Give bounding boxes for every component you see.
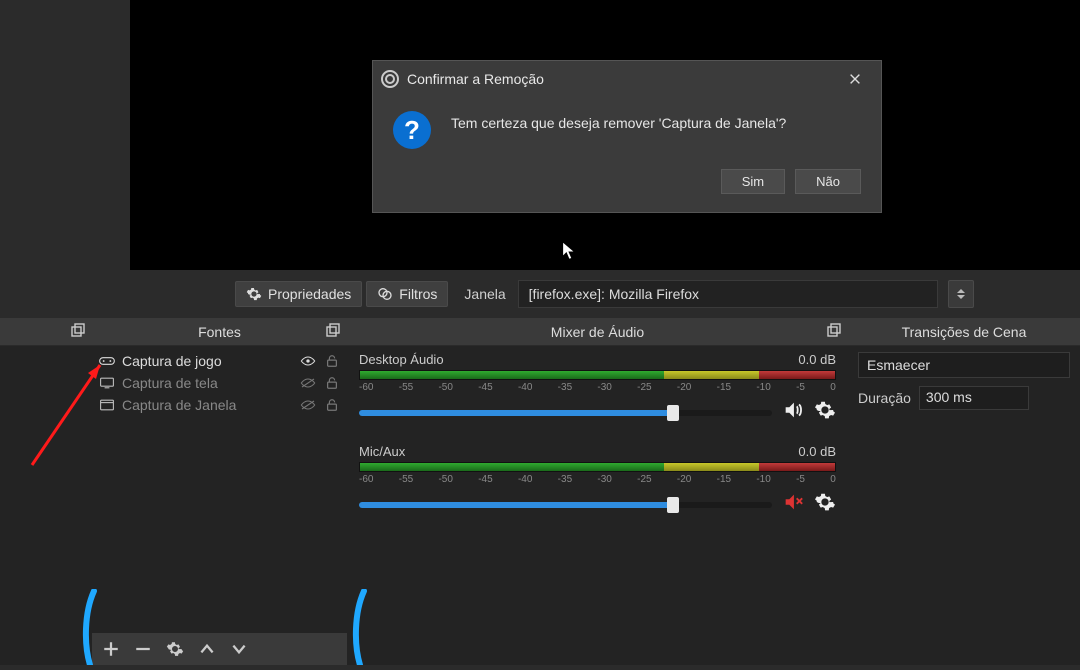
- filters-button[interactable]: Filtros: [366, 281, 448, 307]
- dialog-title: Confirmar a Remoção: [407, 71, 837, 87]
- gamepad-icon: [98, 354, 116, 368]
- scenes-header[interactable]: [0, 318, 92, 346]
- undock-icon[interactable]: [826, 323, 842, 344]
- scenes-panel: [0, 318, 92, 665]
- chevron-up-icon: [957, 289, 965, 293]
- channel-name: Desktop Áudio: [359, 352, 444, 367]
- source-settings-button[interactable]: [166, 640, 184, 658]
- lock-icon[interactable]: [323, 354, 341, 368]
- question-icon: ?: [393, 111, 431, 149]
- mixer-title: Mixer de Áudio: [347, 324, 848, 340]
- visibility-off-icon[interactable]: [299, 376, 317, 390]
- channel-level: 0.0 dB: [798, 444, 836, 459]
- channel-level: 0.0 dB: [798, 352, 836, 367]
- transition-select[interactable]: Esmaecer: [858, 352, 1070, 378]
- meter-ticks: -60-55-50-45-40-35-30-25-20-15-10-50: [359, 382, 836, 393]
- yes-button[interactable]: Sim: [721, 169, 785, 194]
- move-down-button[interactable]: [230, 640, 248, 658]
- volume-slider[interactable]: [359, 410, 772, 416]
- channel-settings-button[interactable]: [814, 491, 836, 518]
- dialog-titlebar[interactable]: Confirmar a Remoção: [373, 61, 881, 97]
- speaker-muted-icon[interactable]: [782, 491, 804, 518]
- duration-field[interactable]: 300 ms: [919, 386, 1029, 410]
- undock-icon[interactable]: [70, 323, 86, 344]
- window-label: Janela: [452, 286, 513, 302]
- vu-meter: [359, 462, 836, 472]
- sources-toolbar: [92, 633, 347, 665]
- window-select[interactable]: [firefox.exe]: Mozilla Firefox: [518, 280, 938, 308]
- source-label: Captura de Janela: [122, 397, 293, 413]
- vu-meter: [359, 370, 836, 380]
- window-select-value: [firefox.exe]: Mozilla Firefox: [529, 286, 699, 302]
- sources-header[interactable]: Fontes: [92, 318, 347, 346]
- meter-ticks: -60-55-50-45-40-35-30-25-20-15-10-50: [359, 474, 836, 485]
- mixer-channel: Desktop Áudio 0.0 dB -60-55-50-45-40-35-…: [359, 352, 836, 426]
- chevron-down-icon: [957, 295, 965, 299]
- mouse-cursor: [560, 240, 580, 267]
- source-label: Captura de tela: [122, 375, 293, 391]
- move-up-button[interactable]: [198, 640, 216, 658]
- channel-settings-button[interactable]: [814, 399, 836, 426]
- source-row[interactable]: Captura de tela: [92, 372, 347, 394]
- sources-panel: Fontes Captura de jogo: [92, 318, 347, 665]
- mixer-header[interactable]: Mixer de Áudio: [347, 318, 848, 346]
- sources-title: Fontes: [92, 324, 347, 340]
- source-row[interactable]: Captura de Janela: [92, 394, 347, 416]
- mixer-body: Desktop Áudio 0.0 dB -60-55-50-45-40-35-…: [347, 346, 848, 542]
- transitions-title: Transições de Cena: [848, 324, 1080, 340]
- mixer-channel: Mic/Aux 0.0 dB -60-55-50-45-40-35-30-25-…: [359, 444, 836, 518]
- window-icon: [98, 398, 116, 412]
- lock-icon[interactable]: [323, 398, 341, 412]
- remove-source-button[interactable]: [134, 640, 152, 658]
- filters-label: Filtros: [399, 286, 437, 302]
- close-icon[interactable]: [837, 64, 873, 94]
- channel-name: Mic/Aux: [359, 444, 405, 459]
- filter-icon: [377, 286, 393, 302]
- display-icon: [98, 376, 116, 390]
- source-row[interactable]: Captura de jogo: [92, 350, 347, 372]
- transitions-header[interactable]: Transições de Cena: [848, 318, 1080, 346]
- window-select-stepper[interactable]: [948, 280, 974, 308]
- visibility-icon[interactable]: [299, 354, 317, 368]
- speaker-icon[interactable]: [782, 399, 804, 426]
- visibility-off-icon[interactable]: [299, 398, 317, 412]
- source-label: Captura de jogo: [122, 353, 293, 369]
- properties-label: Propriedades: [268, 286, 351, 302]
- audio-mixer-panel: Mixer de Áudio Desktop Áudio 0.0 dB -60-…: [347, 318, 848, 665]
- transition-select-value: Esmaecer: [867, 357, 930, 373]
- dialog-message: Tem certeza que deseja remover 'Captura …: [451, 111, 786, 149]
- undock-icon[interactable]: [325, 323, 341, 344]
- duration-value: 300 ms: [926, 389, 972, 405]
- gear-icon: [246, 286, 262, 302]
- dock-panels: Fontes Captura de jogo: [0, 318, 1080, 665]
- volume-slider[interactable]: [359, 502, 772, 508]
- obs-app-icon: [381, 70, 399, 88]
- dialog-buttons: Sim Não: [373, 159, 881, 212]
- source-properties-toolbar: Propriedades Filtros Janela [firefox.exe…: [0, 270, 1080, 318]
- duration-label: Duração: [858, 390, 911, 406]
- transitions-body: Esmaecer Duração 300 ms: [848, 346, 1080, 416]
- sources-list[interactable]: Captura de jogo Captura de tela: [92, 346, 347, 420]
- lock-icon[interactable]: [323, 376, 341, 390]
- add-source-button[interactable]: [102, 640, 120, 658]
- preview-left-gutter: [0, 0, 130, 270]
- properties-button[interactable]: Propriedades: [235, 281, 362, 307]
- no-button[interactable]: Não: [795, 169, 861, 194]
- confirm-remove-dialog: Confirmar a Remoção ? Tem certeza que de…: [372, 60, 882, 213]
- dialog-body: ? Tem certeza que deseja remover 'Captur…: [373, 97, 881, 159]
- transitions-panel: Transições de Cena Esmaecer Duração 300 …: [848, 318, 1080, 665]
